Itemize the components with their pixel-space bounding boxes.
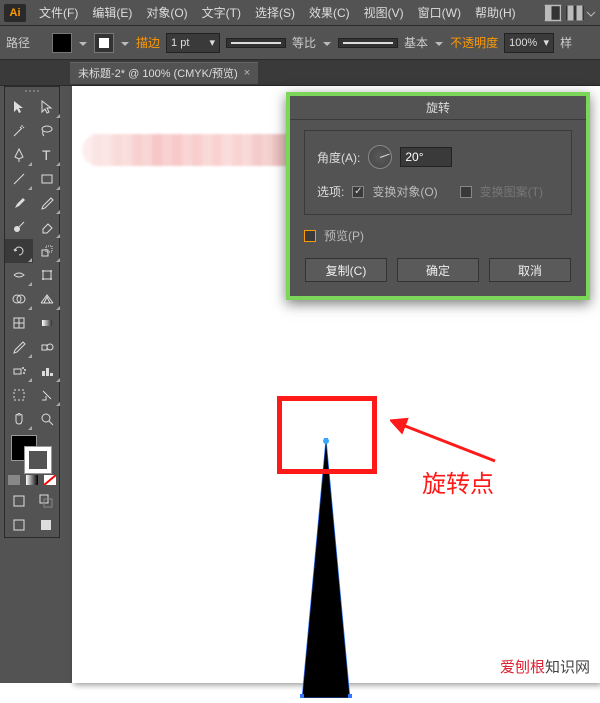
transform-patterns-label: 变换图案(T) (480, 183, 543, 200)
panel-grabber[interactable] (5, 87, 59, 95)
variable-width-profile[interactable] (226, 38, 286, 48)
selection-type-label: 路径 (6, 34, 30, 51)
mesh-tool-icon[interactable] (5, 311, 33, 335)
tools-panel: T (4, 86, 60, 538)
menu-help[interactable]: 帮助(H) (468, 1, 523, 24)
arrange-documents-icon[interactable] (566, 6, 584, 20)
document-tab[interactable]: 未标题-2* @ 100% (CMYK/预览) × (70, 62, 258, 84)
draw-normal-icon[interactable] (5, 489, 32, 513)
menu-object[interactable]: 对象(O) (139, 1, 194, 24)
magic-wand-tool-icon[interactable] (5, 119, 33, 143)
profile-dropdown-icon[interactable] (322, 38, 332, 48)
transform-objects-checkbox[interactable] (352, 186, 364, 198)
brush-label: 基本 (404, 34, 428, 51)
width-tool-icon[interactable] (5, 263, 33, 287)
artboard-tool-icon[interactable] (5, 383, 33, 407)
menu-edit[interactable]: 编辑(E) (85, 1, 139, 24)
preview-label: 预览(P) (324, 227, 364, 244)
style-label: 样 (560, 34, 572, 51)
zoom-tool-icon[interactable] (33, 407, 61, 431)
column-graph-tool-icon[interactable] (33, 359, 61, 383)
screen-mode-alt-icon[interactable] (32, 513, 59, 537)
transform-objects-label: 变换对象(O) (372, 183, 437, 200)
annotation-highlight-box (277, 396, 377, 474)
color-mode-controls (5, 471, 59, 489)
lasso-tool-icon[interactable] (33, 119, 61, 143)
stroke-swatch[interactable] (94, 33, 114, 53)
selection-tool-icon[interactable] (5, 95, 33, 119)
document-tab-bar: 未标题-2* @ 100% (CMYK/预览) × (0, 60, 600, 86)
menu-type[interactable]: 文字(T) (195, 1, 248, 24)
blob-brush-tool-icon[interactable] (5, 215, 33, 239)
copy-button[interactable]: 复制(C) (305, 258, 387, 282)
slice-tool-icon[interactable] (33, 383, 61, 407)
scale-tool-icon[interactable] (33, 239, 61, 263)
dialog-title[interactable]: 旋转 (290, 96, 586, 120)
rotate-dialog: 旋转 角度(A): 20° 选项: 变换对象(O) 变换图案(T) (286, 92, 590, 300)
pen-tool-icon[interactable] (5, 143, 33, 167)
options-label: 选项: (317, 183, 344, 200)
eraser-tool-icon[interactable] (33, 215, 61, 239)
none-mode-icon[interactable] (41, 471, 59, 489)
opacity-link[interactable]: 不透明度 (450, 34, 498, 51)
draw-behind-icon[interactable] (32, 489, 59, 513)
free-transform-tool-icon[interactable] (33, 263, 61, 287)
shape-builder-tool-icon[interactable] (5, 287, 33, 311)
fill-stroke-control[interactable] (5, 431, 59, 471)
line-segment-tool-icon[interactable] (5, 167, 33, 191)
annotation-label: 旋转点 (422, 464, 494, 499)
menu-bar: Ai 文件(F) 编辑(E) 对象(O) 文字(T) 选择(S) 效果(C) 视… (0, 0, 600, 26)
menu-view[interactable]: 视图(V) (357, 1, 411, 24)
menu-window[interactable]: 窗口(W) (411, 1, 468, 24)
angle-dial-icon[interactable] (368, 145, 392, 169)
menu-select[interactable]: 选择(S) (248, 1, 302, 24)
perspective-grid-tool-icon[interactable] (33, 287, 61, 311)
gradient-tool-icon[interactable] (33, 311, 61, 335)
cancel-button[interactable]: 取消 (489, 258, 571, 282)
control-bar: 路径 描边 1 pt▾ 等比 基本 不透明度 100%▾ 样 (0, 26, 600, 60)
blend-tool-icon[interactable] (33, 335, 61, 359)
fill-swatch[interactable] (52, 33, 72, 53)
canvas-area: 旋转点 爱刨根知识网 旋转 角度(A): 20° 选项: 变换对 (66, 86, 600, 683)
rotate-tool-icon[interactable] (5, 239, 33, 263)
workspace-switcher-icon[interactable] (544, 6, 562, 20)
transform-patterns-checkbox[interactable] (460, 186, 472, 198)
close-tab-icon[interactable]: × (244, 67, 250, 79)
preview-checkbox[interactable] (304, 230, 316, 242)
symbol-sprayer-tool-icon[interactable] (5, 359, 33, 383)
artwork-triangle[interactable] (300, 438, 352, 698)
gradient-mode-icon[interactable] (23, 471, 41, 489)
angle-label: 角度(A): (317, 149, 360, 166)
ok-button[interactable]: 确定 (397, 258, 479, 282)
eyedropper-tool-icon[interactable] (5, 335, 33, 359)
stroke-color-icon[interactable] (25, 447, 51, 473)
menu-effect[interactable]: 效果(C) (302, 1, 357, 24)
brush-dropdown-icon[interactable] (434, 38, 444, 48)
direct-selection-tool-icon[interactable] (33, 95, 61, 119)
dropdown-caret-icon[interactable] (586, 8, 596, 18)
screen-mode-controls (5, 513, 59, 537)
menu-file[interactable]: 文件(F) (32, 1, 85, 24)
document-tab-title: 未标题-2* @ 100% (CMYK/预览) (78, 65, 238, 81)
fill-dropdown-icon[interactable] (78, 38, 88, 48)
stroke-dropdown-icon[interactable] (120, 38, 130, 48)
watermark: 爱刨根知识网 (500, 656, 590, 677)
opacity-input[interactable]: 100%▾ (504, 33, 554, 53)
rectangle-tool-icon[interactable] (33, 167, 61, 191)
paintbrush-tool-icon[interactable] (5, 191, 33, 215)
draw-mode-controls (5, 489, 59, 513)
stroke-weight-input[interactable]: 1 pt▾ (166, 33, 220, 53)
brush-definition[interactable] (338, 38, 398, 48)
stroke-link[interactable]: 描边 (136, 34, 160, 51)
color-mode-icon[interactable] (5, 471, 23, 489)
angle-input[interactable]: 20° (400, 147, 452, 167)
screen-mode-icon[interactable] (5, 513, 32, 537)
profile-label: 等比 (292, 34, 316, 51)
annotation-arrow (390, 416, 500, 466)
pencil-tool-icon[interactable] (33, 191, 61, 215)
type-tool-icon[interactable]: T (33, 143, 61, 167)
hand-tool-icon[interactable] (5, 407, 33, 431)
svg-text:T: T (42, 147, 51, 163)
app-icon: Ai (4, 4, 26, 22)
